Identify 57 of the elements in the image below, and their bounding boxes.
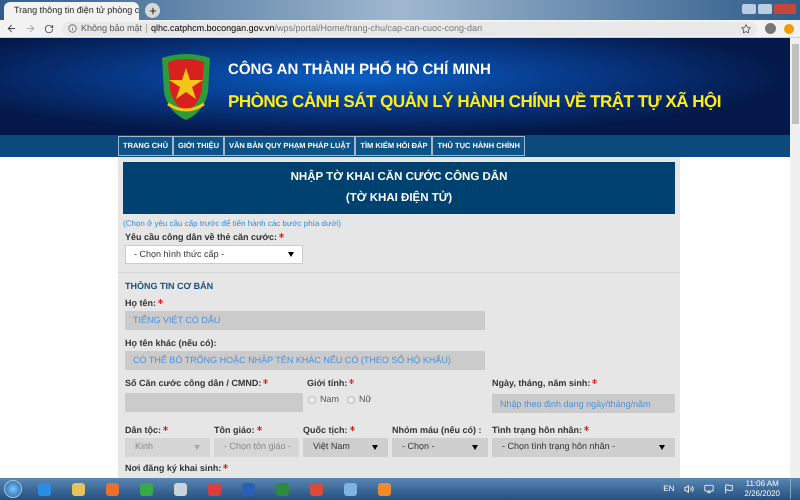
address-bar[interactable]: Không bảo mật qlhc.catphcm.bocongan.gov.vn/wps/portal/Home/trang-chu/cap-can-cuoc-cong-dan [62,22,757,36]
select-field[interactable]: Việt Nam [303,438,388,456]
language-indicator: EN [663,483,674,495]
profile-avatar[interactable] [765,23,776,34]
form-subtitle: (TỜ KHAI ĐIỆN TỬ) [346,190,452,206]
network-icon [704,484,714,494]
caret-icon [472,444,478,450]
forward-icon[interactable] [25,23,36,34]
bookmark-icon[interactable] [741,24,751,34]
flag-icon [724,484,734,494]
caret-icon [288,252,294,257]
minimize-button[interactable] [742,4,756,14]
field-label: Họ tên: [125,298,156,308]
field-label: Ngày, tháng, năm sinh: [492,378,590,388]
caret-icon [659,444,665,450]
radio-label: Nam [320,393,340,406]
select-field[interactable]: - Chọn - [392,438,488,456]
start-button[interactable] [4,480,22,498]
field-label: Nơi đăng ký khai sinh: [125,462,222,474]
form-title: NHẬP TỜ KHAI CĂN CƯỚC CÔNG DÂN [290,169,508,186]
radio-label: Nữ [359,393,372,406]
full-name-input[interactable]: TIẾNG VIỆT CÓ DẤU [125,310,485,330]
alert-icon[interactable] [784,24,794,34]
field-label: Tôn giáo: [214,424,254,436]
speaker-icon [684,484,694,494]
other-name-input[interactable]: CÓ THỂ BỎ TRỐNG HOẶC NHẬP TÊN KHÁC NẾU CÓ (THEO SỔ HỘ KHẨU) [125,350,485,370]
info-icon [68,24,77,33]
field-label: Họ tên khác (nếu có): [125,338,217,348]
browser-tab[interactable]: Trang thông tin điện tử phòng c [4,2,139,20]
agency-title: CÔNG AN THÀNH PHỐ HỒ CHÍ MINH [228,60,492,80]
field-label: Tình trạng hôn nhân: [492,424,582,436]
caret-icon [372,444,378,450]
maximize-button[interactable] [758,4,772,14]
field-label: Quốc tịch: [303,424,348,436]
id-number-input[interactable] [125,393,303,412]
hint-text: (Chọn ở yêu cầu cấp trước để tiến hành các bước phía dưới) [123,218,342,230]
new-tab-button[interactable] [145,3,160,18]
field-label: Số Căn cước công dân / CMND: [125,378,262,388]
radio-button[interactable] [308,396,316,404]
request-type-select[interactable]: - Chọn hình thức cấp - [125,245,303,264]
reload-icon[interactable] [44,24,54,34]
caret-icon [194,444,200,450]
security-label: Không bảo mật [81,22,142,35]
clock-time: 11:06 AM [746,479,779,489]
radio-button[interactable] [347,396,356,404]
clock-date: 2/26/2020 [744,489,780,499]
back-icon[interactable] [6,23,17,34]
birth-date-input[interactable]: Nhập theo định dạng ngày/tháng/năm [492,394,675,413]
plus-icon [148,6,158,16]
url-text: qlhc.catphcm.bocongan.gov.vn/wps/portal/Home/trang-chu/cap-can-cuoc-cong-dan [151,22,482,35]
field-label: Yêu cầu công dân về thẻ căn cước: [125,232,277,243]
select-field[interactable]: - Chọn tình trạng hôn nhân - [492,438,675,456]
field-label: Giới tính: [307,378,348,388]
section-heading: THÔNG TIN CƠ BẢN [125,280,214,293]
field-label: Dân tộc: [125,424,161,436]
field-label: Nhóm máu (nếu có) : [392,424,482,436]
department-title: PHÒNG CẢNH SÁT QUẢN LÝ HÀNH CHÍNH VỀ TRẬT TỰ XÃ HỘI [228,90,721,113]
